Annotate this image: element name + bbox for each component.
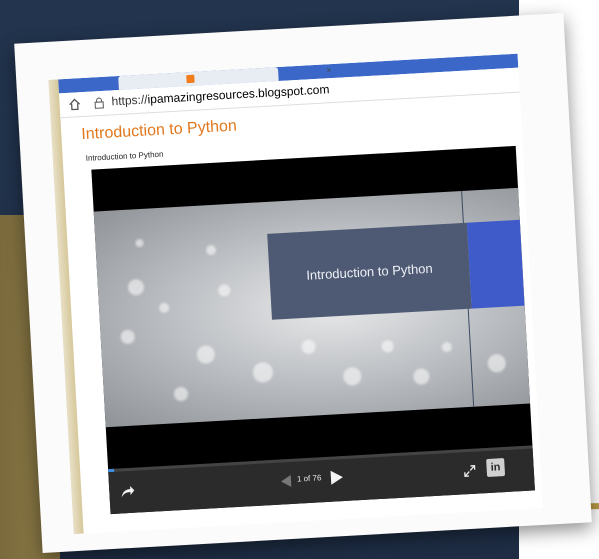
prev-icon[interactable] (279, 474, 294, 489)
bokeh-dot (196, 345, 216, 365)
page-counter: 1 of 76 (296, 473, 322, 484)
home-icon[interactable] (67, 97, 82, 112)
favicon-icon (186, 74, 195, 84)
progress-fill (108, 468, 114, 473)
share-icon[interactable] (119, 484, 136, 499)
bokeh-dot (342, 366, 362, 386)
tab-close-icon[interactable]: × (326, 65, 332, 75)
bokeh-dot (135, 238, 144, 248)
photo-card: × https://ipamazingresources.blogspot.co… (14, 13, 592, 553)
bokeh-dot (412, 368, 430, 385)
bokeh-dot (205, 244, 217, 256)
expand-icon[interactable] (463, 465, 476, 478)
bokeh-dot (487, 353, 507, 373)
bokeh-dot (158, 302, 170, 314)
player-controls: 1 of 76 in (108, 445, 535, 515)
slide-title-box: Introduction to Python (267, 222, 472, 320)
lock-icon (94, 97, 104, 109)
slide-view[interactable]: Introduction to Python (93, 187, 531, 428)
bokeh-dot (301, 339, 316, 355)
browser-window: × https://ipamazingresources.blogspot.co… (48, 53, 543, 535)
slide-accent-box (466, 219, 525, 309)
bokeh-dot (441, 341, 453, 353)
linkedin-icon[interactable]: in (486, 458, 506, 478)
bokeh-dot (173, 386, 189, 402)
bokeh-dot (120, 329, 136, 345)
bokeh-dot (127, 278, 145, 296)
bokeh-dot (381, 340, 394, 353)
slideshow-player[interactable]: Introduction to Python 1 of 76 in (91, 145, 535, 515)
bokeh-dot (252, 361, 274, 383)
bokeh-dot (217, 284, 231, 297)
slide-title: Introduction to Python (305, 260, 434, 283)
page-subtitle: Introduction to Python (85, 149, 164, 163)
url-host: ipamazingresources.blogspot.com (147, 82, 330, 107)
window-edge (48, 79, 84, 535)
next-icon[interactable] (328, 469, 344, 486)
page-title: Introduction to Python (80, 117, 238, 144)
url-prefix: https:// (111, 92, 148, 109)
